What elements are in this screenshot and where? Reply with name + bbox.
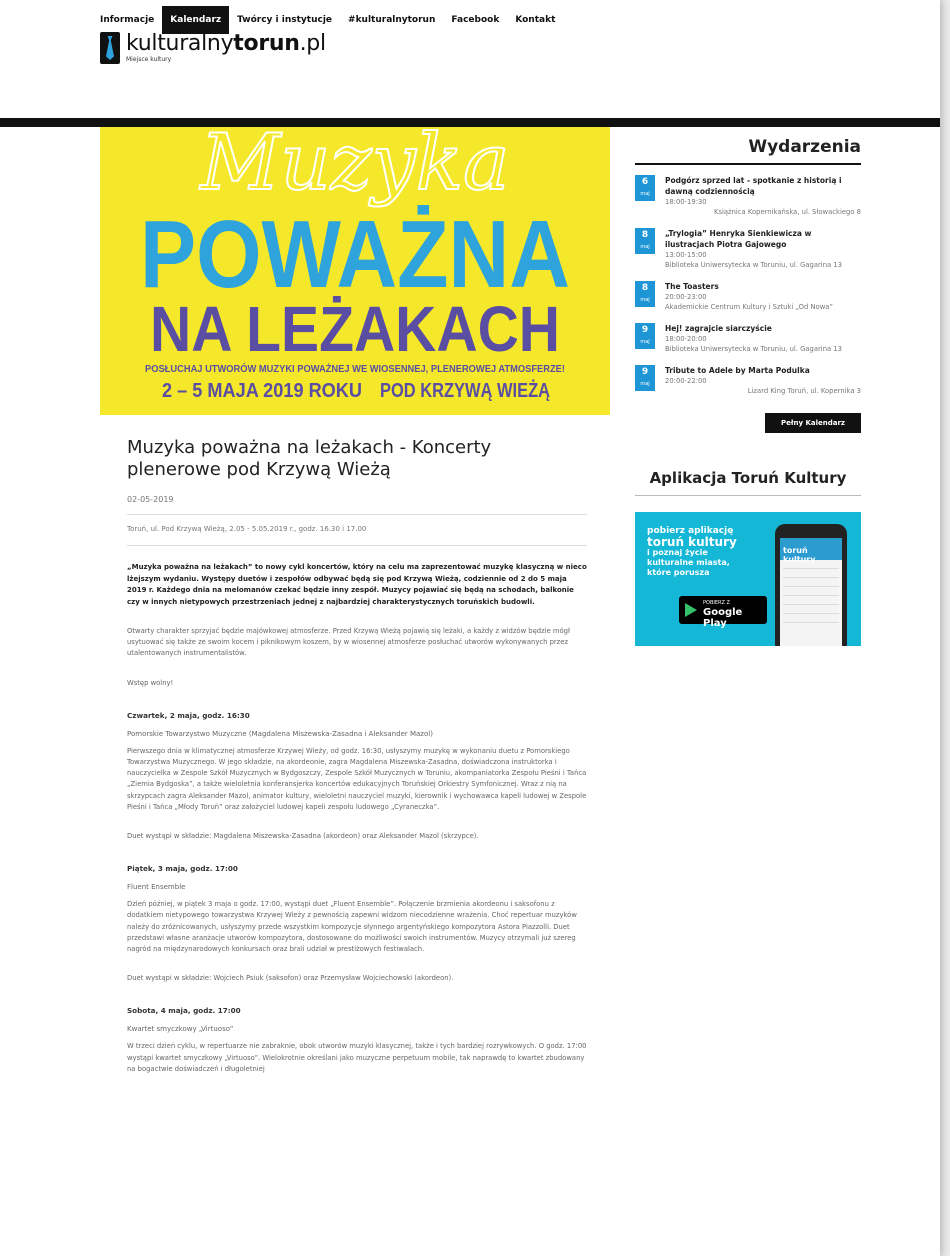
event-date-badge: 9 maj (635, 323, 655, 349)
site-logo[interactable]: kulturalnytorun.pl Miejsce kultury (100, 32, 326, 64)
event-time: 20:00-23:00 (665, 293, 707, 301)
hero-line1: POWAŻNA (140, 201, 570, 308)
app-heading: Aplikacja Toruń Kultury (635, 469, 861, 496)
article-paragraph: Wstęp wolny! (127, 678, 174, 687)
event-time: 18:00-19:30 (665, 198, 707, 206)
event-title[interactable]: „Trylogia” Henryka Sienkiewicza w ilustr… (665, 228, 861, 250)
hero-tagline: POSŁUCHAJ UTWORÓW MUZYKI POWAŻNEJ WE WIO… (145, 362, 565, 375)
day2-lineup: Duet wystąpi w składzie: Wojciech Psiuk … (127, 974, 454, 983)
hero-dates: 2 – 5 MAJA 2019 ROKU (162, 380, 362, 402)
events-heading: Wydarzenia (635, 137, 861, 165)
google-play-badge[interactable]: POBIERZ Z Google Play (679, 596, 767, 629)
day2-description: Dzień później, w piątek 3 maja o godz. 1… (127, 900, 577, 954)
event-time: 20:00-22:00 (665, 377, 707, 385)
day1-lineup: Duet wystąpi w składzie: Magdalena Misze… (127, 832, 479, 841)
event-title[interactable]: Tribute to Adele by Marta Podulka (665, 365, 861, 376)
event-title[interactable]: Podgórz sprzed lat - spotkanie z histori… (665, 175, 861, 197)
day2-ensemble: Fluent Ensemble (127, 883, 186, 892)
nav-informacje[interactable]: Informacje (92, 6, 162, 34)
event-item[interactable]: 9 maj Hej! zagrajcie siarczyście 18:00-20… (635, 323, 861, 355)
logo-tie-icon (100, 32, 120, 64)
day3-heading: Sobota, 4 maja, godz. 17:00 (127, 1006, 241, 1016)
day3-ensemble: Kwartet smyczkowy „Virtuoso” (127, 1025, 234, 1034)
hero-place: POD KRZYWĄ WIEŻĄ (380, 379, 550, 402)
day3-description: W trzeci dzień cyklu, w repertuarze nie … (127, 1042, 587, 1073)
app-banner-line: i poznaj życie (647, 548, 708, 557)
app-banner-line: kulturalne miasta, (647, 558, 730, 567)
play-store-icon (685, 603, 697, 617)
page: Informacje Kalendarz Twórcy i instytucje… (0, 0, 940, 1256)
hero-poster-image: Muzyka POWAŻNA NA LEŻAKACH POSŁUCHAJ UTW… (100, 127, 610, 415)
logo-tagline: Miejsce kultury (126, 56, 172, 63)
article-lead: „Muzyka poważna na leżakach” to nowy cyk… (127, 563, 587, 606)
day2-heading: Piątek, 3 maja, godz. 17:00 (127, 864, 238, 874)
event-title[interactable]: The Toasters (665, 281, 861, 292)
hero-line2: NA LEŻAKACH (150, 293, 560, 365)
event-date-badge: 6 maj (635, 175, 655, 201)
article-location: Toruń, ul. Pod Krzywą Wieżą, 2.05 - 5.05… (127, 525, 587, 546)
nav-hashtag[interactable]: #kulturalnytorun (340, 6, 443, 34)
event-item[interactable]: 9 maj Tribute to Adele by Marta Podulka 2… (635, 365, 861, 397)
nav-kontakt[interactable]: Kontakt (507, 6, 563, 34)
event-date-badge: 9 maj (635, 365, 655, 391)
event-time: 13:00-15:00 (665, 251, 707, 259)
top-navigation: Informacje Kalendarz Twórcy i instytucje… (92, 6, 563, 34)
header-divider-bar (0, 118, 940, 127)
nav-facebook[interactable]: Facebook (443, 6, 507, 34)
event-place: Książnica Kopernikańska, ul. Słowackiego… (713, 208, 861, 216)
article-title: Muzyka poważna na leżakach - Koncerty pl… (127, 437, 492, 480)
event-date-badge: 8 maj (635, 228, 655, 254)
event-place: Lizard King Toruń, ul. Kopernika 3 (747, 387, 861, 395)
event-title[interactable]: Hej! zagrajcie siarczyście (665, 323, 861, 334)
event-place: Akademickie Centrum Kultury i Sztuki „Od… (665, 303, 833, 311)
day1-description: Pierwszego dnia w klimatycznej atmosferz… (127, 746, 587, 811)
article-date: 02-05-2019 (127, 495, 587, 515)
event-place: Biblioteka Uniwersytecka w Toruniu, ul. … (665, 345, 842, 353)
full-calendar-button[interactable]: Pełny Kalendarz (765, 413, 861, 433)
event-item[interactable]: 8 maj The Toasters 20:00-23:00 Akademicki… (635, 281, 861, 313)
nav-tworcy[interactable]: Twórcy i instytucje (229, 6, 340, 34)
day1-heading: Czwartek, 2 maja, godz. 16:30 (127, 710, 250, 720)
hero-script: Muzyka (198, 127, 509, 208)
nav-kalendarz[interactable]: Kalendarz (162, 6, 230, 34)
event-date-badge: 8 maj (635, 281, 655, 307)
event-time: 18:00-20:00 (665, 335, 707, 343)
event-place: Biblioteka Uniwersytecka w Toruniu, ul. … (665, 261, 842, 269)
event-item[interactable]: 6 maj Podgórz sprzed lat - spotkanie z hi… (635, 175, 861, 218)
article: Muzyka poważna na leżakach - Koncerty pl… (127, 437, 587, 1075)
article-paragraph: Otwarty charakter sprzyjać będzie majówk… (127, 627, 570, 658)
logo-name: kulturalnytorun.pl (126, 31, 326, 56)
app-banner-line: które porusza (647, 568, 710, 577)
event-item[interactable]: 8 maj „Trylogia” Henryka Sienkiewicza w i… (635, 228, 861, 271)
app-promo-banner[interactable]: pobierz aplikację toruń kultury i poznaj… (635, 512, 861, 646)
sidebar: Wydarzenia 6 maj Podgórz sprzed lat - spo… (635, 137, 861, 646)
day1-ensemble: Pomorskie Towarzystwo Muzyczne (Magdalen… (127, 729, 433, 738)
app-banner-line: toruń kultury (647, 535, 737, 549)
phone-mockup-icon: toruń kultury (775, 524, 847, 646)
